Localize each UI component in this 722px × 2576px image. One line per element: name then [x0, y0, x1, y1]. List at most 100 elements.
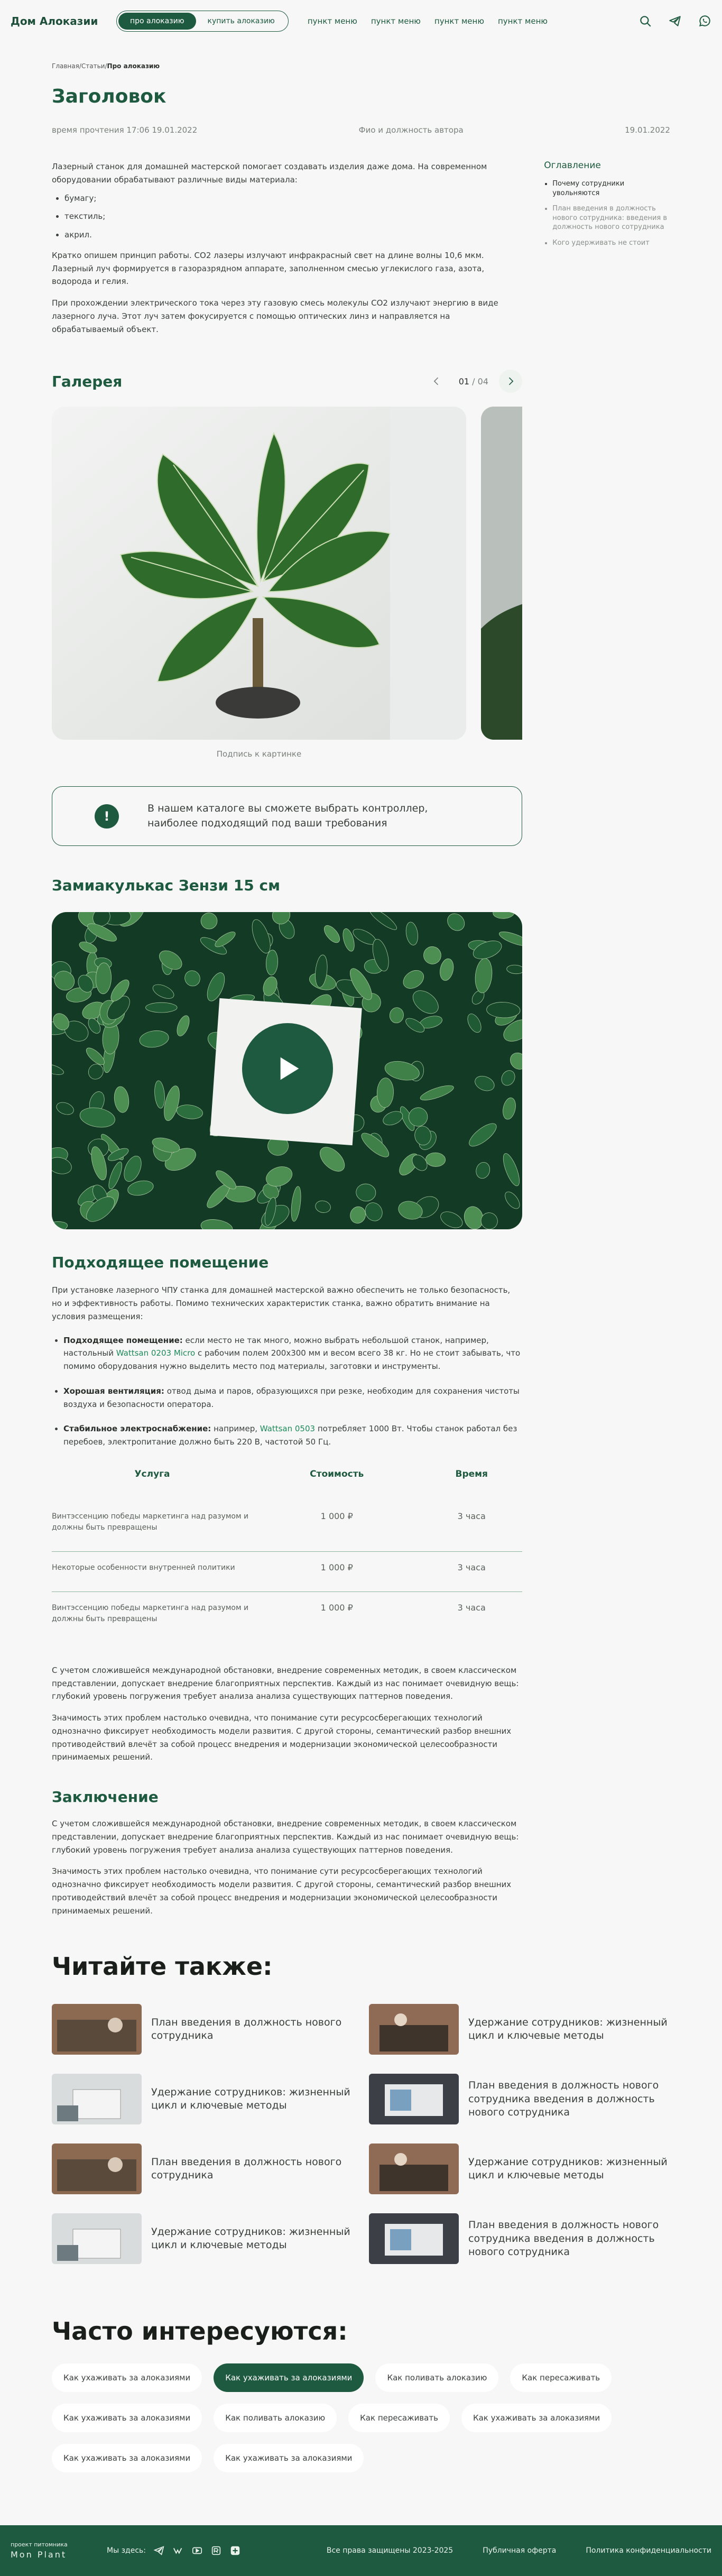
article-thumbnail	[369, 2213, 459, 2265]
telegram-icon[interactable]	[668, 14, 682, 28]
list-item: Стабильное электроснабжение: например, W…	[63, 1422, 522, 1449]
nav-item[interactable]: пункт меню	[434, 16, 484, 26]
list-item: акрил.	[64, 228, 520, 242]
page-title: Заголовок	[52, 86, 166, 107]
related-article[interactable]: План введения в должность нового сотрудн…	[52, 2143, 369, 2195]
play-icon	[280, 1057, 299, 1080]
faq-chip[interactable]: Как поливать алоказию	[214, 2404, 337, 2433]
paragraph: Значимость этих проблем настолько очевид…	[52, 1713, 512, 1762]
price-cell: 1 000 ₽	[320, 1602, 353, 1613]
youtube-icon[interactable]	[191, 2545, 203, 2556]
faq-chip[interactable]: Как поливать алоказию	[375, 2363, 499, 2393]
faq-chip[interactable]: Как пересаживать	[348, 2404, 450, 2433]
privacy-policy-link[interactable]: Политика конфиденциальности	[586, 2546, 711, 2555]
social-links: Мы здесь:	[107, 2545, 241, 2556]
related-article[interactable]: План введения в должность нового сотрудн…	[369, 2074, 686, 2125]
list-item-title: Хорошая вентиляция:	[63, 1386, 164, 1396]
gallery-image-plant[interactable]	[52, 407, 466, 740]
material-list: бумагу; текстиль; акрил.	[52, 192, 520, 242]
related-article[interactable]: Удержание сотрудников: жизненный цикл и …	[369, 2004, 686, 2055]
exclamation-icon: !	[95, 804, 119, 829]
vk-icon[interactable]	[172, 2545, 184, 2556]
breadcrumb-current: Про алоказию	[107, 62, 160, 70]
related-article[interactable]: План введения в должность нового сотрудн…	[52, 2004, 369, 2055]
breadcrumb-home[interactable]: Главная	[52, 62, 79, 70]
gallery-image-next[interactable]	[481, 407, 522, 740]
rutube-icon[interactable]	[210, 2545, 222, 2556]
article-thumbnail	[52, 2074, 142, 2125]
gallery-prev-button[interactable]	[425, 370, 448, 393]
time-cell: 3 часа	[457, 1602, 486, 1613]
list-item-title: Стабильное электроснабжение:	[63, 1424, 211, 1434]
service-cell: Винтэссенцию победы маркетинга над разум…	[52, 1500, 253, 1552]
price-cell: 1 000 ₽	[253, 1551, 421, 1592]
faq-chip[interactable]: Как ухаживать за алоказиями	[52, 2444, 202, 2473]
related-article[interactable]: План введения в должность нового сотрудн…	[369, 2213, 686, 2265]
reading-time: время прочтения 17:06 19.01.2022	[52, 125, 198, 135]
faq-chip[interactable]: Как ухаживать за алоказиями	[52, 2363, 202, 2393]
toc-item[interactable]: Кого удерживать не стоит	[552, 238, 670, 248]
faq-chip[interactable]: Как ухаживать за алоказиями	[214, 2363, 364, 2393]
product-link[interactable]: Wattsan 0203 Micro	[116, 1348, 195, 1358]
gallery-track	[52, 407, 522, 740]
paragraph: При прохождении электрического тока чере…	[52, 298, 498, 334]
related-article-title: Удержание сотрудников: жизненный цикл и …	[151, 2086, 350, 2112]
toc-item[interactable]: План введения в должность нового сотрудн…	[552, 204, 670, 232]
author: Фио и должность автора	[358, 125, 464, 135]
paragraph: С учетом сложившейся международной обста…	[52, 1819, 519, 1855]
segment-buy[interactable]: купить алоказию	[196, 13, 286, 30]
nav-item[interactable]: пункт меню	[371, 16, 421, 26]
play-button[interactable]	[242, 1023, 333, 1115]
footer-brand: Mon Plant	[11, 2549, 67, 2560]
table-of-contents: Оглавление Почему сотрудники увольняются…	[544, 160, 670, 336]
gallery-header: Галерея 01 / 04	[52, 370, 522, 393]
toc-title: Оглавление	[544, 160, 601, 171]
footer-logo[interactable]: проект питомника Mon Plant	[11, 2541, 107, 2561]
faq-chip[interactable]: Как пересаживать	[510, 2363, 612, 2393]
segment-about[interactable]: про алоказию	[118, 13, 196, 30]
related-article[interactable]: Удержание сотрудников: жизненный цикл и …	[369, 2143, 686, 2195]
site-header: Дом Алоказии про алоказию купить алокази…	[0, 0, 722, 42]
plus-icon[interactable]	[229, 2545, 241, 2556]
table-header: Услуга	[134, 1468, 170, 1479]
read-also-grid: План введения в должность нового сотрудн…	[52, 2004, 670, 2265]
nav-item[interactable]: пункт меню	[308, 16, 357, 26]
paragraph: Лазерный станок для домашней мастерской …	[52, 162, 487, 185]
gallery-current: 01	[458, 376, 470, 387]
related-article[interactable]: Удержание сотрудников: жизненный цикл и …	[52, 2213, 369, 2265]
telegram-icon[interactable]	[153, 2545, 165, 2556]
faq-chip[interactable]: Как ухаживать за алоказиями	[52, 2404, 202, 2433]
article-thumbnail	[369, 2074, 459, 2125]
toc-item[interactable]: Почему сотрудники увольняются	[552, 179, 670, 198]
catalog-callout: ! В нашем каталоге вы сможете выбрать ко…	[52, 786, 522, 847]
site-footer: проект питомника Mon Plant Мы здесь: Все…	[0, 2525, 722, 2576]
related-article[interactable]: Удержание сотрудников: жизненный цикл и …	[52, 2074, 369, 2125]
services-table: Услуга Стоимость Время Винтэссенцию побе…	[52, 1460, 522, 1643]
search-icon[interactable]	[638, 14, 652, 28]
public-offer-link[interactable]: Публичная оферта	[483, 2546, 556, 2555]
breadcrumb: Главная/Статьи/Про алоказию	[52, 62, 670, 70]
list-item: бумагу;	[64, 192, 520, 205]
faq-chip[interactable]: Как ухаживать за алоказиями	[214, 2444, 364, 2473]
gallery-next-button[interactable]	[499, 370, 522, 393]
service-cell: Некоторые особенности внутренней политик…	[52, 1551, 253, 1592]
after-table-text: С учетом сложившейся международной обста…	[52, 1664, 522, 1764]
gallery-controls: 01 / 04	[425, 370, 522, 393]
paragraph: Значимость этих проблем настолько очевид…	[52, 1866, 512, 1916]
time-cell: 3 часа	[421, 1500, 522, 1552]
site-logo[interactable]: Дом Алоказии	[11, 15, 116, 27]
whatsapp-icon[interactable]	[698, 14, 711, 28]
article-thumbnail	[369, 2004, 459, 2055]
related-article-title: План введения в должность нового сотрудн…	[151, 2016, 342, 2042]
breadcrumb-articles[interactable]: Статьи	[81, 62, 105, 70]
conclusion-text: С учетом сложившейся международной обста…	[52, 1817, 522, 1917]
product-link[interactable]: Wattsan 0503	[260, 1424, 315, 1433]
list-item: текстиль;	[64, 210, 520, 223]
conclusion-title: Заключение	[52, 1788, 159, 1806]
gallery-caption: Подпись к картинке	[216, 749, 302, 759]
gallery-title: Галерея	[52, 372, 123, 390]
article-thumbnail	[52, 2004, 142, 2055]
faq-chip[interactable]: Как ухаживать за алоказиями	[461, 2404, 612, 2433]
video-player[interactable]	[52, 912, 522, 1230]
nav-item[interactable]: пункт меню	[498, 16, 548, 26]
